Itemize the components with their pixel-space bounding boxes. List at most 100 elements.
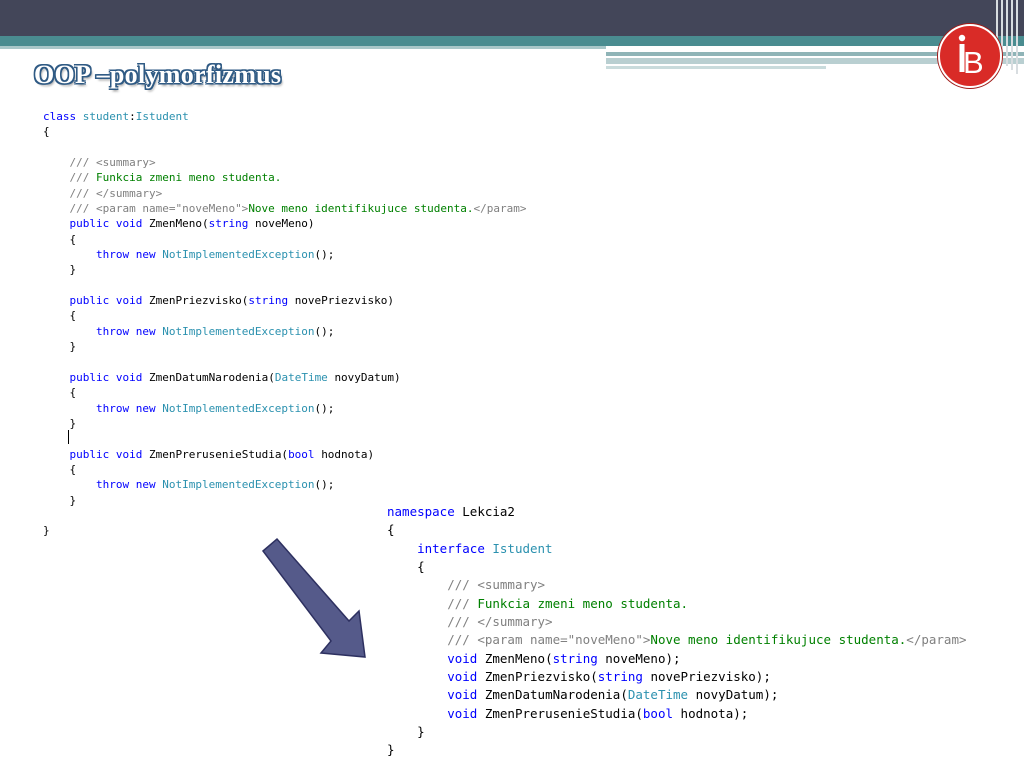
code-token: public void xyxy=(69,294,149,308)
code-token: void xyxy=(447,650,485,666)
code-token: ZmenPriezvisko( xyxy=(484,669,598,685)
code-line: void ZmenPriezvisko(string novePriezvisk… xyxy=(387,668,967,686)
code-line: { xyxy=(43,385,526,400)
code-token: (); xyxy=(314,478,335,492)
code-line: /// <param name="noveMeno">Nove meno ide… xyxy=(387,631,967,649)
code-token: Nove meno identifikujuce studenta. xyxy=(650,632,907,648)
code-token: novyDatum) xyxy=(334,370,401,384)
header-stripe xyxy=(606,66,826,69)
code-token: { xyxy=(43,462,77,476)
code-token: ZmenDatumNarodenia( xyxy=(148,370,275,384)
code-token: noveMeno); xyxy=(605,650,681,666)
code-line: public void ZmenMeno(string noveMeno) xyxy=(43,216,526,231)
code-line: { xyxy=(43,124,526,139)
code-line: throw new NotImplementedException(); xyxy=(43,247,526,262)
arrow-down-right-icon xyxy=(261,537,366,658)
code-token: class xyxy=(43,110,83,123)
code-token: void xyxy=(447,687,485,703)
code-token: (); xyxy=(314,401,335,415)
code-token: Lekcia2 xyxy=(462,504,515,519)
code-token: Funkcia zmeni meno studenta. xyxy=(96,171,282,185)
code-token: </param> xyxy=(473,202,527,216)
code-token: /// <summary> xyxy=(69,156,156,170)
code-token: } xyxy=(43,263,77,277)
code-line: } xyxy=(387,741,967,759)
code-token: } xyxy=(43,493,77,507)
code-token: noveMeno) xyxy=(254,217,315,231)
code-token: Istudent xyxy=(492,540,553,556)
code-token: string xyxy=(597,669,651,685)
header-band-light xyxy=(0,46,606,49)
code-token: hodnota); xyxy=(680,705,749,721)
code-line: /// <summary> xyxy=(43,155,526,170)
code-line: { xyxy=(43,308,526,323)
code-token: Nove meno identifikujuce studenta. xyxy=(248,202,474,216)
code-token: NotImplementedException xyxy=(162,248,315,262)
code-token: } xyxy=(43,524,50,538)
code-line: } xyxy=(43,339,526,354)
ib-logo-glyph: B xyxy=(958,34,984,80)
code-line: /// <summary> xyxy=(387,576,967,594)
code-token: ZmenMeno( xyxy=(484,650,553,666)
code-token: Funkcia zmeni meno studenta. xyxy=(477,595,689,611)
code-line: } xyxy=(43,416,526,431)
code-token: } xyxy=(387,742,395,758)
code-line: /// </summary> xyxy=(387,613,967,631)
code-token: { xyxy=(387,559,425,575)
code-token: throw new xyxy=(95,401,163,415)
code-token: DateTime xyxy=(274,370,335,384)
code-line: public void ZmenPriezvisko(string novePr… xyxy=(43,293,526,308)
header-band-dark xyxy=(0,0,1024,36)
code-line: { xyxy=(387,521,967,539)
code-token: NotImplementedException xyxy=(162,401,315,415)
code-token: interface xyxy=(417,540,493,556)
code-token: ZmenPrerusenieStudia( xyxy=(148,447,289,461)
code-token: </param> xyxy=(906,632,967,648)
code-token: /// xyxy=(69,171,96,185)
code-line: /// Funkcia zmeni meno studenta. xyxy=(43,170,526,185)
code-line: namespace Lekcia2 xyxy=(387,503,967,521)
logo-letter: B xyxy=(963,45,984,80)
code-line: interface Istudent xyxy=(387,540,967,558)
code-line: void ZmenMeno(string noveMeno); xyxy=(387,650,967,668)
code-line: throw new NotImplementedException(); xyxy=(43,477,526,492)
ib-logo-icon: B xyxy=(938,24,1002,88)
header-band-teal xyxy=(0,36,1024,46)
code-token: /// xyxy=(447,595,478,611)
slide-title: OOP –polymorfizmus xyxy=(34,60,282,89)
code-line: throw new NotImplementedException(); xyxy=(43,324,526,339)
code-token: namespace xyxy=(387,504,463,519)
code-line: /// <param name="noveMeno">Nove meno ide… xyxy=(43,201,527,216)
code-line: class student:Istudent xyxy=(43,109,526,124)
interface-code-block: namespace Lekcia2{ interface Istudent { … xyxy=(387,503,967,760)
code-token: { xyxy=(43,309,77,323)
code-token: novePriezvisko) xyxy=(294,294,395,308)
code-token: string xyxy=(208,217,255,231)
code-token: throw new xyxy=(95,248,163,262)
code-token: void xyxy=(447,705,485,721)
code-token: student xyxy=(82,110,130,123)
code-line: throw new NotImplementedException(); xyxy=(43,401,526,416)
code-token: { xyxy=(43,386,77,400)
code-token: /// </summary> xyxy=(69,186,163,200)
code-token: /// </summary> xyxy=(447,614,553,630)
code-line: public void ZmenPrerusenieStudia(bool ho… xyxy=(43,447,526,462)
code-token: ZmenDatumNarodenia( xyxy=(484,687,628,703)
code-token: hodnota) xyxy=(321,447,375,461)
code-token: } xyxy=(43,340,77,354)
code-token: ZmenMeno( xyxy=(148,217,209,231)
code-token: { xyxy=(387,522,395,538)
code-line: { xyxy=(43,462,526,477)
